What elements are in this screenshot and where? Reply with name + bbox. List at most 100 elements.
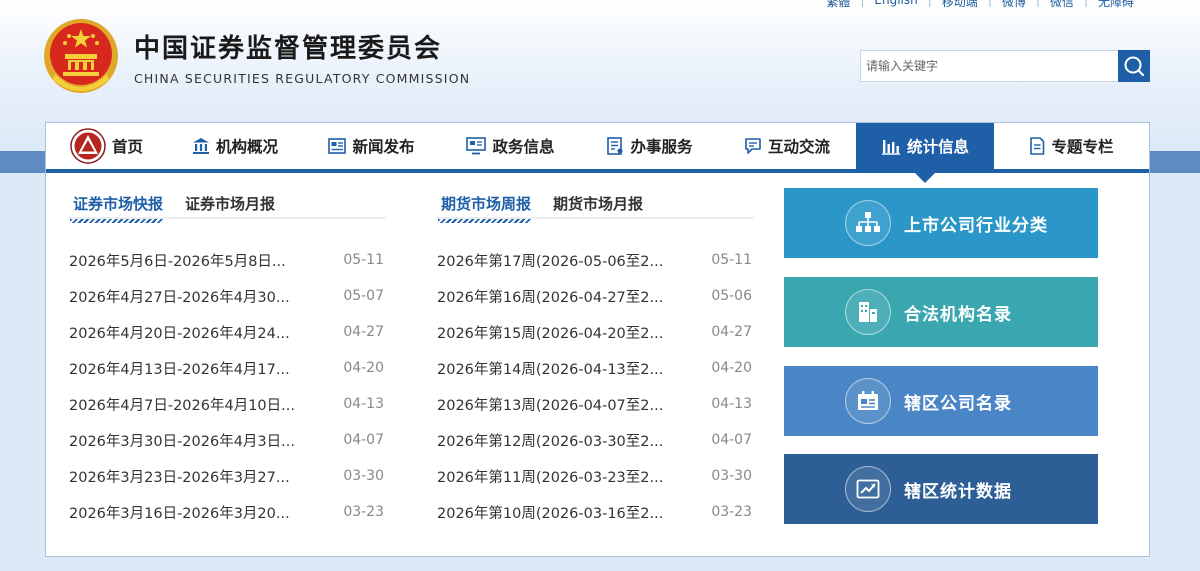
list-item-date: 05-06 xyxy=(711,288,752,304)
list-item: 2026年4月20日-2026年4月24... 04-27 xyxy=(68,314,386,350)
list-item: 2026年第11周(2026-03-23至2... 03-30 xyxy=(436,458,754,494)
list-item: 2026年3月16日-2026年3月20... 03-23 xyxy=(68,494,386,530)
nav-label: 办事服务 xyxy=(630,138,693,156)
futures-tabs: 期货市场周报 期货市场月报 xyxy=(436,193,754,223)
main-nav: 首页 机构概况 新闻发布 政务信息 办事服务 互动交流 统计信息 专题专栏 xyxy=(46,123,1149,183)
list-item-title[interactable]: 2026年第16周(2026-04-27至2... xyxy=(437,286,663,307)
link-wechat[interactable]: 微信 xyxy=(1050,0,1074,10)
quick-link-district-companies[interactable]: 辖区公司名录 xyxy=(784,366,1098,436)
list-item: 2026年第13周(2026-04-07至2... 04-13 xyxy=(436,386,754,422)
list-item-date: 04-20 xyxy=(343,360,384,376)
quick-link-district-statistics[interactable]: 辖区统计数据 xyxy=(784,454,1098,524)
list-item-title[interactable]: 2026年第12周(2026-03-30至2... xyxy=(437,430,663,451)
link-mobile[interactable]: 移动端 xyxy=(942,0,978,10)
org-chart-icon xyxy=(856,212,880,232)
list-item-title[interactable]: 2026年3月16日-2026年3月20... xyxy=(69,502,290,523)
list-item: 2026年第14周(2026-04-13至2... 04-20 xyxy=(436,350,754,386)
nav-label: 专题专栏 xyxy=(1051,138,1114,156)
link-accessibility[interactable]: 无障碍 xyxy=(1098,0,1134,10)
nav-interaction[interactable]: 互动交流 xyxy=(718,123,856,169)
list-item: 2026年第10周(2026-03-16至2... 03-23 xyxy=(436,494,754,530)
divider: | xyxy=(927,0,932,7)
list-item-title[interactable]: 2026年第17周(2026-05-06至2... xyxy=(437,250,663,271)
tab-securities-weekly[interactable]: 证券市场快报 xyxy=(68,193,164,223)
nav-about[interactable]: 机构概况 xyxy=(167,123,303,169)
list-item-title[interactable]: 2026年4月20日-2026年4月24... xyxy=(69,322,290,343)
list-item: 2026年3月23日-2026年3月27... 03-30 xyxy=(68,458,386,494)
list-item-title[interactable]: 2026年5月6日-2026年5月8日... xyxy=(69,250,286,271)
futures-report-panel: 期货市场周报 期货市场月报 2026年第17周(2026-05-06至2... 0… xyxy=(436,193,754,530)
list-item: 2026年4月27日-2026年4月30... 05-07 xyxy=(68,278,386,314)
quick-link-label: 辖区公司名录 xyxy=(904,393,1012,414)
quick-link-icon-wrap xyxy=(845,378,891,424)
divider: | xyxy=(1035,0,1040,7)
building-icon xyxy=(192,138,209,154)
list-item-title[interactable]: 2026年第11周(2026-03-23至2... xyxy=(437,466,663,487)
nav-government-info[interactable]: 政务信息 xyxy=(440,123,581,169)
national-emblem-logo xyxy=(44,19,118,93)
quick-link-industry-classification[interactable]: 上市公司行业分类 xyxy=(784,188,1098,258)
link-english[interactable]: English xyxy=(874,0,917,10)
securities-tabs: 证券市场快报 证券市场月报 xyxy=(68,193,386,223)
nav-label: 首页 xyxy=(111,138,143,156)
list-item-date: 04-20 xyxy=(711,360,752,376)
nav-statistics[interactable]: 统计信息 xyxy=(856,123,994,183)
list-item: 2026年4月7日-2026年4月10日... 04-13 xyxy=(68,386,386,422)
list-item-title[interactable]: 2026年4月27日-2026年4月30... xyxy=(69,286,290,307)
nav-news[interactable]: 新闻发布 xyxy=(303,123,440,169)
divider: | xyxy=(987,0,992,7)
list-item-title[interactable]: 2026年4月13日-2026年4月17... xyxy=(69,358,290,379)
list-item-date: 05-07 xyxy=(343,288,384,304)
id-card-icon xyxy=(858,391,878,410)
list-item-date: 05-11 xyxy=(711,252,752,268)
divider: | xyxy=(860,0,865,7)
quick-link-label: 上市公司行业分类 xyxy=(904,215,1048,236)
tab-futures-monthly[interactable]: 期货市场月报 xyxy=(548,193,643,217)
list-item: 2026年第17周(2026-05-06至2... 05-11 xyxy=(436,242,754,278)
list-item-title[interactable]: 2026年3月23日-2026年3月27... xyxy=(69,466,290,487)
list-item-date: 03-23 xyxy=(711,504,752,520)
list-item-title[interactable]: 2026年第10周(2026-03-16至2... xyxy=(437,502,663,523)
list-item-date: 03-23 xyxy=(343,504,384,520)
quick-link-label: 合法机构名录 xyxy=(904,304,1012,325)
futures-report-list: 2026年第17周(2026-05-06至2... 05-11 2026年第16周… xyxy=(436,242,754,530)
trend-chart-icon xyxy=(856,479,880,499)
search-input[interactable] xyxy=(860,50,1118,82)
link-traditional[interactable]: 繁體 xyxy=(826,0,850,10)
top-utility-bar: 繁體 | English | 移动端 | 微博 | 微信 | 无障碍 xyxy=(826,0,1134,10)
chat-icon xyxy=(745,138,761,154)
list-item: 2026年第12周(2026-03-30至2... 04-07 xyxy=(436,422,754,458)
quick-link-icon-wrap xyxy=(845,466,891,512)
search-icon xyxy=(1124,56,1145,77)
list-item-date: 04-07 xyxy=(711,432,752,448)
list-item-date: 05-11 xyxy=(343,252,384,268)
list-item-date: 04-27 xyxy=(711,324,752,340)
search-button[interactable] xyxy=(1118,50,1150,82)
list-item-date: 03-30 xyxy=(343,468,384,484)
document-icon xyxy=(607,137,623,155)
list-item-title[interactable]: 2026年3月30日-2026年4月3日... xyxy=(69,430,295,451)
nav-services[interactable]: 办事服务 xyxy=(581,123,718,169)
list-item: 2026年5月6日-2026年5月8日... 05-11 xyxy=(68,242,386,278)
quick-link-icon-wrap xyxy=(845,289,891,335)
nav-home[interactable]: 首页 xyxy=(46,123,167,169)
emblem-icon xyxy=(70,128,106,164)
list-item: 2026年第16周(2026-04-27至2... 05-06 xyxy=(436,278,754,314)
nav-special-topics[interactable]: 专题专栏 xyxy=(994,123,1149,169)
monitor-icon xyxy=(466,137,487,155)
list-item-title[interactable]: 2026年第14周(2026-04-13至2... xyxy=(437,358,663,379)
list-item: 2026年3月30日-2026年4月3日... 04-07 xyxy=(68,422,386,458)
tab-futures-weekly[interactable]: 期货市场周报 xyxy=(436,193,532,223)
nav-label: 机构概况 xyxy=(215,138,278,156)
file-icon xyxy=(1030,137,1045,155)
list-item-date: 04-13 xyxy=(343,396,384,412)
list-item-title[interactable]: 2026年第15周(2026-04-20至2... xyxy=(437,322,663,343)
quick-link-legal-institutions[interactable]: 合法机构名录 xyxy=(784,277,1098,347)
tab-securities-monthly[interactable]: 证券市场月报 xyxy=(180,193,275,217)
securities-report-list: 2026年5月6日-2026年5月8日... 05-11 2026年4月27日-2… xyxy=(68,242,386,530)
site-title: 中国证券监督管理委员会 xyxy=(134,34,443,64)
list-item-title[interactable]: 2026年第13周(2026-04-07至2... xyxy=(437,394,663,415)
list-item-date: 04-27 xyxy=(343,324,384,340)
link-weibo[interactable]: 微博 xyxy=(1002,0,1026,10)
list-item-title[interactable]: 2026年4月7日-2026年4月10日... xyxy=(69,394,295,415)
